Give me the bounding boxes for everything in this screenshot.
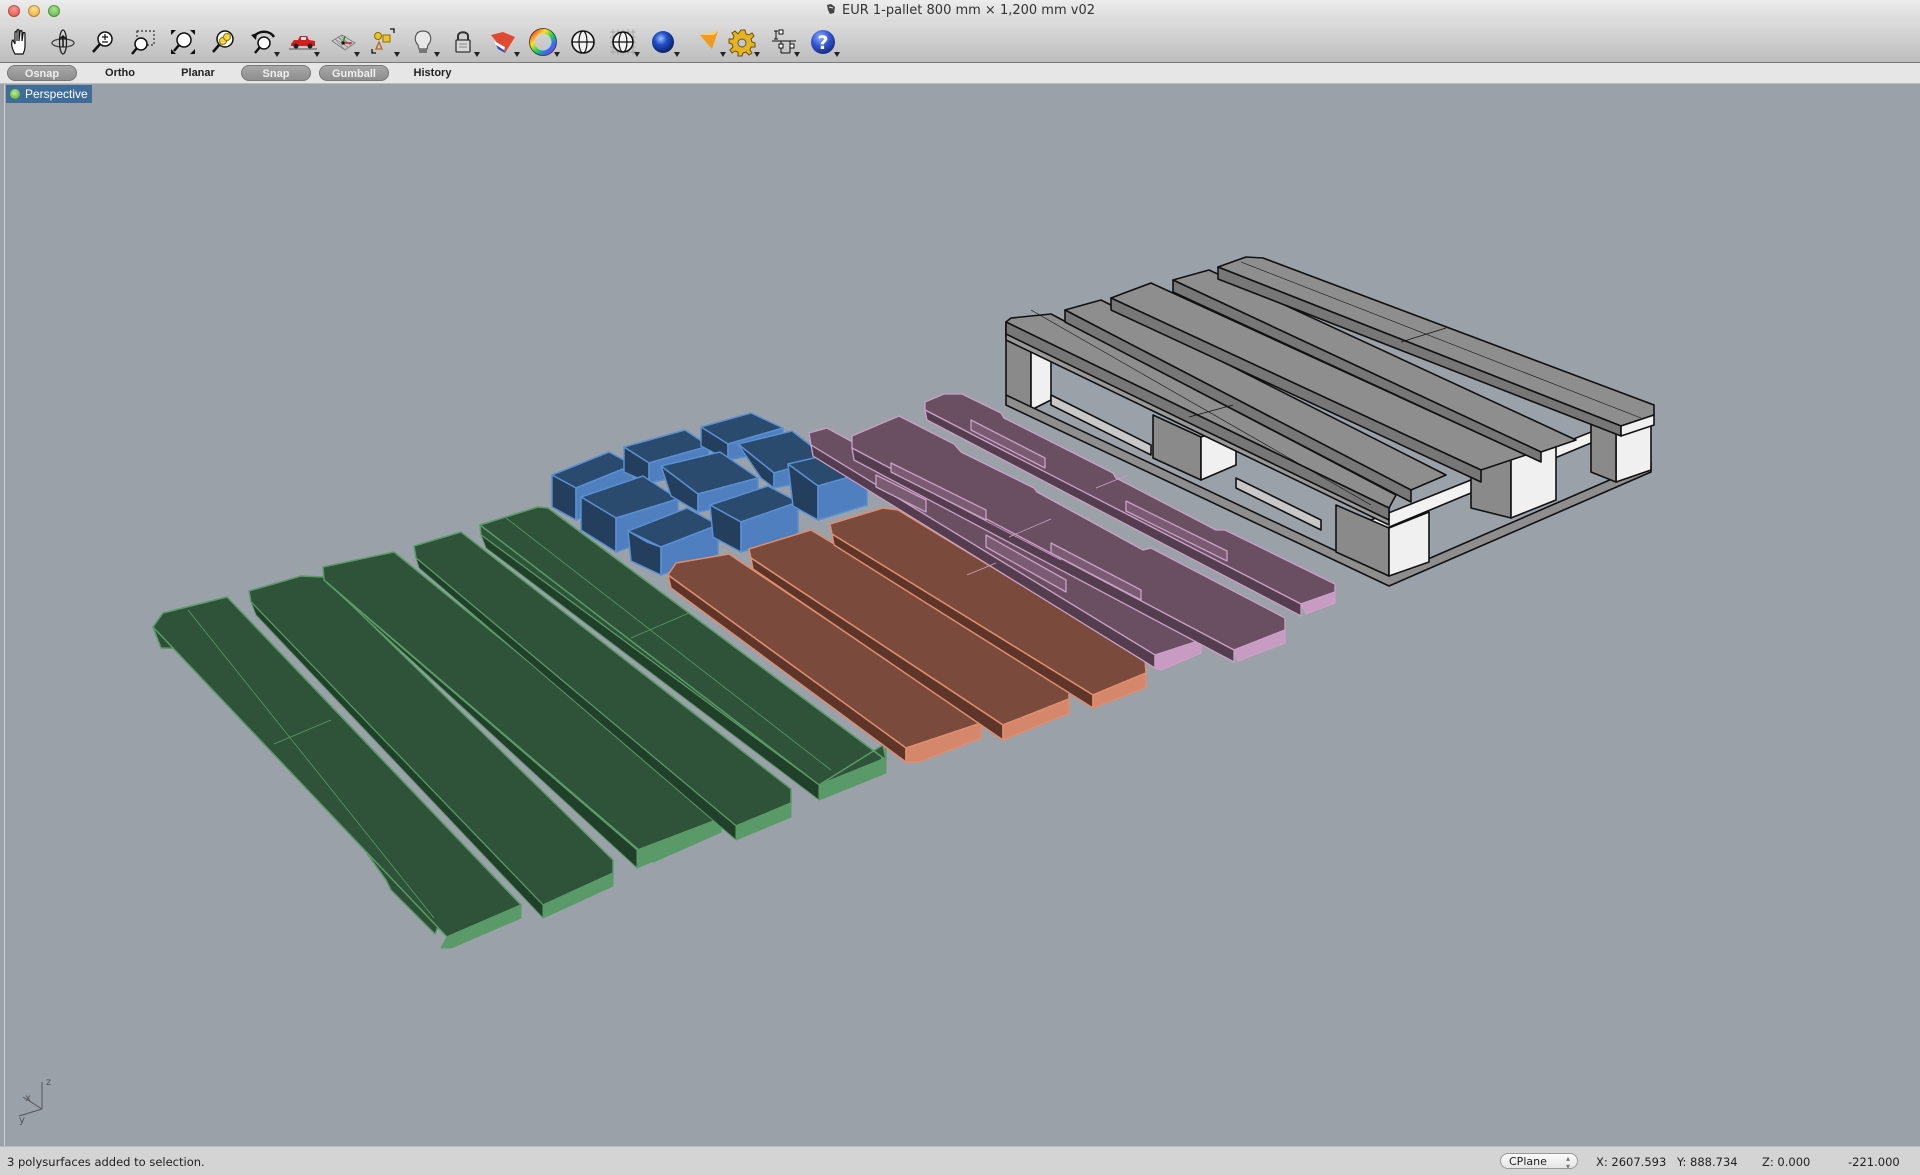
dropdown-arrow-icon — [634, 52, 640, 57]
snap-toggle[interactable]: Snap — [241, 65, 311, 81]
status-bar: 3 polysurfaces added to selection. CPlan… — [0, 1146, 1920, 1175]
lock-button[interactable] — [446, 25, 480, 59]
x-coordinate: X: 2607.593 — [1596, 1155, 1667, 1169]
scene-canvas[interactable]: z x y — [5, 84, 1920, 1146]
hand-icon — [11, 28, 26, 55]
dropdown-arrow-icon — [354, 52, 360, 57]
pan-tool-button[interactable] — [4, 25, 38, 59]
dropdown-arrow-icon — [834, 52, 840, 57]
wireframe-sphere-icon — [571, 30, 595, 54]
distance-readout: -221.000 — [1848, 1155, 1900, 1169]
color-button[interactable] — [526, 25, 560, 59]
axis-z-label: z — [46, 1077, 51, 1088]
mode-bar: Osnap Ortho Planar Snap Gumball History — [0, 63, 1920, 84]
settings-button[interactable] — [726, 25, 760, 59]
display-mode-button[interactable] — [606, 25, 640, 59]
zoom-selected-button[interactable] — [206, 25, 240, 59]
window-title-text: EUR 1-pallet 800 mm × 1,200 mm v02 — [842, 3, 1095, 18]
dropdown-arrow-icon — [754, 52, 760, 57]
undo-view-button[interactable] — [246, 25, 280, 59]
dropdown-arrow-icon — [434, 52, 440, 57]
osnap-toggle[interactable]: Osnap — [7, 65, 77, 81]
wireframe-button[interactable] — [566, 25, 600, 59]
title-bar: EUR 1-pallet 800 mm × 1,200 mm v02 — [0, 0, 1920, 22]
planar-toggle[interactable]: Planar — [172, 65, 224, 81]
lights-button[interactable] — [406, 25, 440, 59]
analyze-button[interactable] — [692, 25, 726, 59]
perspective-viewport[interactable]: z x y Perspective — [4, 84, 1920, 1146]
zoom-window-button[interactable] — [126, 25, 160, 59]
y-coordinate: Y: 888.734 — [1677, 1155, 1738, 1169]
toolbar: ? — [0, 22, 1920, 63]
named-views-button[interactable] — [286, 25, 320, 59]
viewport-title-tab[interactable]: Perspective — [6, 85, 92, 103]
cplane-select-value: CPlane — [1509, 1155, 1547, 1168]
help-button[interactable]: ? — [806, 25, 840, 59]
dropdown-arrow-icon — [314, 52, 320, 57]
zoom-in-out-button[interactable] — [86, 25, 120, 59]
cplane-button[interactable] — [326, 25, 360, 59]
rhino-document-icon — [827, 4, 835, 14]
command-history-message: 3 polysurfaces added to selection. — [7, 1155, 205, 1169]
svg-text:?: ? — [817, 32, 828, 54]
zoom-plus-minus-icon — [92, 31, 113, 53]
dropdown-arrow-icon — [794, 52, 800, 57]
dropdown-arrow-icon — [554, 52, 560, 57]
window-title: EUR 1-pallet 800 mm × 1,200 mm v02 — [0, 3, 1920, 18]
render-button[interactable] — [646, 25, 680, 59]
axis-indicator: z x y — [18, 1077, 51, 1126]
dropdown-arrow-icon — [474, 52, 480, 57]
zoom-window-icon — [131, 30, 155, 55]
select-arrows-icon: ▴ ▾ — [1565, 1154, 1570, 1171]
dimensions-button[interactable] — [766, 25, 800, 59]
zoom-extents-icon — [171, 30, 195, 54]
z-coordinate: Z: 0.000 — [1762, 1155, 1811, 1169]
viewport-status-icon — [10, 89, 20, 99]
layers-button[interactable] — [486, 25, 520, 59]
dropdown-arrow-icon — [394, 52, 400, 57]
zoom-extents-button[interactable] — [166, 25, 200, 59]
cplane-select[interactable]: CPlane ▴ ▾ — [1500, 1153, 1578, 1171]
rotate-view-button[interactable] — [46, 25, 80, 59]
axis-x-label: x — [25, 1093, 31, 1104]
ortho-toggle[interactable]: Ortho — [95, 65, 145, 81]
dropdown-arrow-icon — [674, 52, 680, 57]
history-toggle[interactable]: History — [405, 65, 460, 81]
axis-y-label: y — [19, 1115, 25, 1126]
select-objects-button[interactable] — [366, 25, 400, 59]
gumball-toggle[interactable]: Gumball — [319, 65, 389, 81]
zoom-selected-icon — [212, 30, 234, 53]
dropdown-arrow-icon — [514, 52, 520, 57]
viewport-name: Perspective — [25, 87, 88, 101]
rotate-view-icon — [51, 29, 75, 55]
dropdown-arrow-icon — [274, 52, 280, 57]
